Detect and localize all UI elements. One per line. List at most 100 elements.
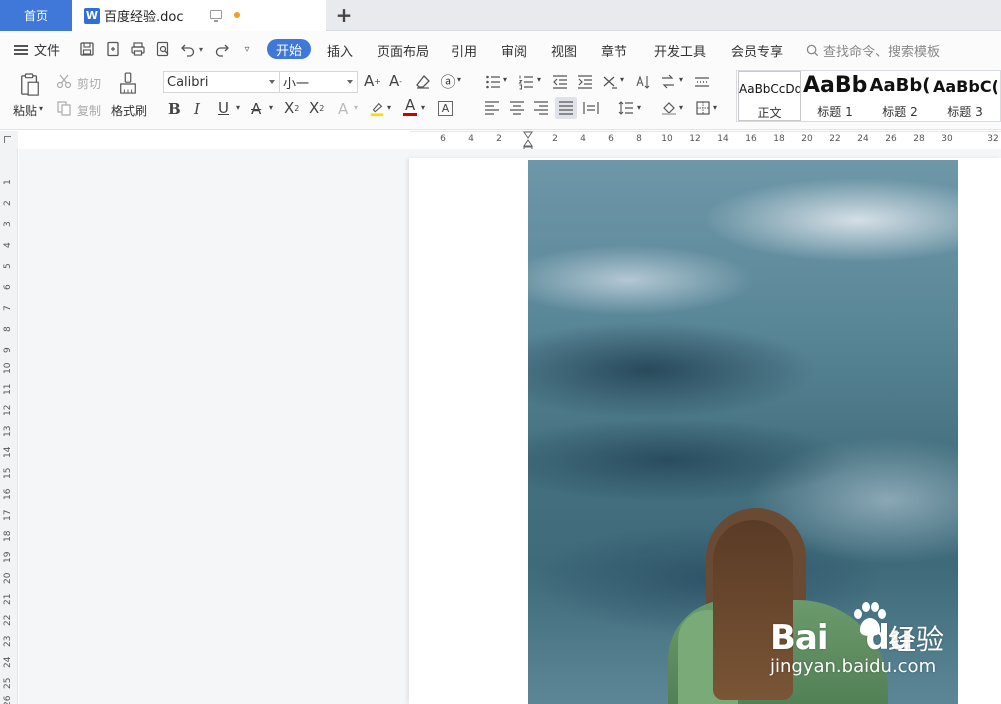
bullet-list-icon[interactable]: [484, 73, 502, 91]
ruler-tick: 9: [3, 347, 13, 353]
font-color-button[interactable]: A: [403, 97, 418, 116]
format-painter-button[interactable]: 格式刷: [111, 102, 147, 119]
line-spacing-dropdown-icon[interactable]: ▾: [637, 103, 641, 112]
strikethrough-button[interactable]: A: [251, 100, 261, 118]
scissors-icon[interactable]: [56, 73, 72, 89]
phonetic-dropdown-icon[interactable]: ▾: [457, 75, 461, 84]
undo-icon[interactable]: [179, 40, 197, 58]
subscript-button[interactable]: X2: [309, 99, 324, 117]
ruler-tick: 4: [580, 134, 586, 144]
char-border-button[interactable]: A: [438, 101, 453, 116]
line-spacing-icon[interactable]: [617, 99, 635, 117]
export-pdf-icon[interactable]: [104, 40, 122, 58]
watermark-url: jingyan.baidu.com: [770, 656, 937, 677]
paste-dropdown-icon[interactable]: ▾: [39, 104, 43, 113]
tab-stop-selector[interactable]: [0, 131, 18, 149]
vertical-ruler[interactable]: 1 2 3 4 5 6 7 8 9 10 11 12 13 14 15 16 1…: [0, 149, 18, 704]
monitor-icon[interactable]: [210, 10, 222, 22]
undo-dropdown-icon[interactable]: ▾: [196, 40, 206, 58]
baidu-jingyan-watermark: Bai du 经验 jingyan.baidu.com: [770, 596, 950, 686]
menu-tab-insert[interactable]: 插入: [327, 41, 353, 60]
ruler-tick: 12: [689, 134, 701, 144]
justify-icon[interactable]: [555, 97, 577, 119]
bullet-dropdown-icon[interactable]: ▾: [503, 75, 507, 84]
save-icon[interactable]: [78, 40, 96, 58]
font-size-select[interactable]: 小一: [279, 71, 358, 93]
clear-format-icon[interactable]: [414, 73, 432, 91]
ruler-tick: 20: [801, 134, 813, 144]
ruler-tick: 6: [440, 134, 446, 144]
format-painter-icon[interactable]: [117, 70, 139, 98]
menu-tab-home[interactable]: 开始: [267, 39, 311, 59]
ruler-tick: 16: [3, 488, 13, 500]
numbered-list-icon[interactable]: [517, 73, 535, 91]
menu-tab-developer[interactable]: 开发工具: [654, 41, 706, 60]
strikethrough-dropdown-icon[interactable]: ▾: [269, 103, 273, 112]
show-marks-icon[interactable]: [693, 73, 711, 91]
menu-tab-membership[interactable]: 会员专享: [731, 41, 783, 60]
style-normal[interactable]: AaBbCcDd 正文: [738, 71, 801, 121]
copy-icon[interactable]: [56, 100, 72, 116]
highlight-dropdown-icon[interactable]: ▾: [387, 103, 391, 112]
text-effect-dropdown-icon[interactable]: ▾: [354, 103, 358, 112]
tab-home[interactable]: 首页: [0, 0, 72, 31]
shading-icon[interactable]: [660, 99, 678, 117]
print-icon[interactable]: [129, 40, 147, 58]
distributed-align-icon[interactable]: [583, 100, 599, 116]
text-direction-dropdown-icon[interactable]: ▾: [679, 75, 683, 84]
horizontal-ruler[interactable]: 6 4 2 2 4 6 8 10 12 14 16 18 20 22 24 26…: [0, 131, 1001, 149]
menu-tab-view[interactable]: 视图: [551, 41, 577, 60]
menu-tab-page-layout[interactable]: 页面布局: [377, 41, 429, 60]
bold-button[interactable]: B: [168, 100, 181, 118]
increase-indent-icon[interactable]: [576, 73, 594, 91]
align-left-icon[interactable]: [484, 100, 500, 116]
borders-dropdown-icon[interactable]: ▾: [713, 103, 717, 112]
ruler-tick: 15: [3, 467, 13, 479]
shrink-font-icon[interactable]: A-: [389, 72, 402, 90]
numbered-dropdown-icon[interactable]: ▾: [537, 75, 541, 84]
font-name-select[interactable]: Calibri: [163, 71, 280, 93]
copy-button[interactable]: 复制: [77, 102, 101, 119]
paste-button[interactable]: 粘贴: [13, 102, 37, 119]
style-sample: AaBb: [803, 73, 867, 98]
chinese-layout-dropdown-icon[interactable]: ▾: [620, 75, 624, 84]
superscript-button[interactable]: X2: [284, 99, 299, 117]
style-heading-2[interactable]: AaBb( 标题 2: [868, 71, 932, 121]
underline-button[interactable]: U: [218, 99, 229, 117]
style-heading-1[interactable]: AaBb 标题 1: [803, 71, 867, 121]
menu-tab-references[interactable]: 引用: [451, 41, 477, 60]
customize-toolbar-icon[interactable]: ▿: [238, 40, 256, 58]
italic-button[interactable]: I: [194, 100, 200, 118]
redo-icon[interactable]: [213, 40, 231, 58]
phonetic-guide-icon[interactable]: ⓐ: [439, 72, 457, 91]
font-color-dropdown-icon[interactable]: ▾: [421, 103, 425, 112]
text-effect-button[interactable]: A: [338, 100, 348, 118]
file-menu[interactable]: 文件: [14, 40, 60, 59]
highlight-icon[interactable]: [368, 99, 386, 119]
grow-font-icon[interactable]: A +: [364, 72, 381, 90]
command-search[interactable]: 查找命令、搜索模板: [806, 41, 940, 60]
cut-button[interactable]: 剪切: [77, 75, 101, 92]
align-right-icon[interactable]: [533, 100, 549, 116]
print-preview-icon[interactable]: [154, 40, 172, 58]
borders-icon[interactable]: [694, 99, 712, 117]
ruler-tick: 11: [3, 383, 13, 395]
document-tab-title: 百度经验.doc: [104, 10, 184, 25]
new-tab-button[interactable]: +: [334, 3, 354, 27]
underline-dropdown-icon[interactable]: ▾: [236, 103, 240, 112]
word-doc-icon: W: [84, 7, 100, 24]
text-direction-icon[interactable]: [659, 73, 677, 91]
ruler-tick: 6: [608, 134, 614, 144]
ruler-tick: 17: [3, 509, 13, 521]
chinese-layout-icon[interactable]: [601, 73, 619, 91]
paste-icon[interactable]: [17, 70, 43, 100]
shading-dropdown-icon[interactable]: ▾: [679, 103, 683, 112]
decrease-indent-icon[interactable]: [551, 73, 569, 91]
align-center-icon[interactable]: [509, 100, 525, 116]
sort-icon[interactable]: [634, 73, 652, 91]
style-heading-3[interactable]: AaBbC( 标题 3: [933, 71, 997, 121]
search-icon: [806, 44, 819, 57]
menu-tab-review[interactable]: 审阅: [501, 41, 527, 60]
menu-tab-chapter[interactable]: 章节: [601, 41, 627, 60]
tab-document[interactable]: W 百度经验.doc: [72, 0, 326, 31]
